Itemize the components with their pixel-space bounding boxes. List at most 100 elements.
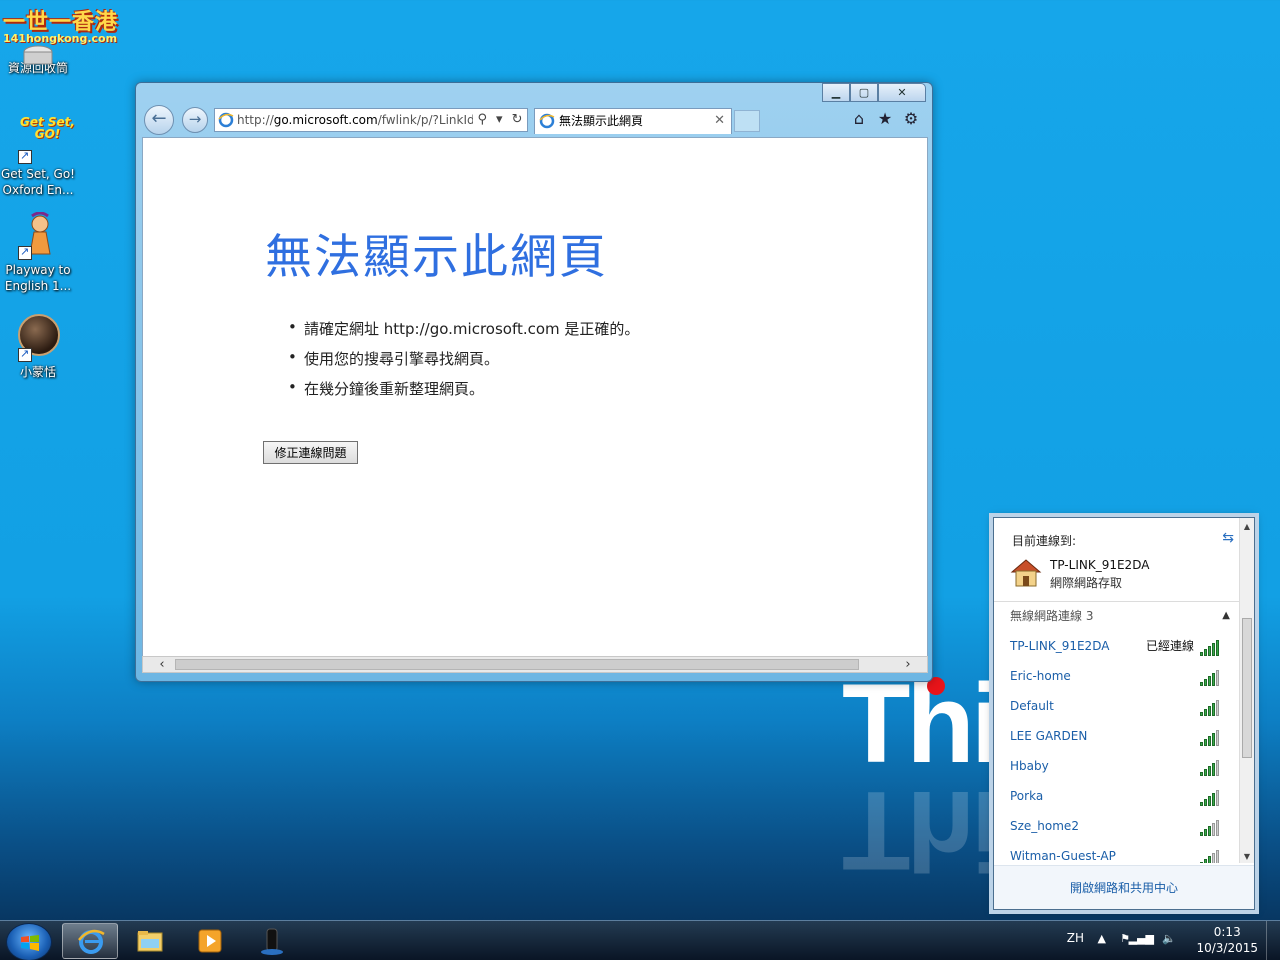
desktop-icon-recycle-bin[interactable]: 資源回收筒 — [0, 34, 76, 76]
wifi-network-row[interactable]: Witman-Guest-AP — [994, 842, 1240, 863]
desktop-icon-xiaomengtian[interactable]: 小蒙恬 — [0, 314, 76, 380]
network-name: LEE GARDEN — [1010, 729, 1088, 743]
volume-icon[interactable]: 🔈 — [1162, 932, 1176, 945]
wifi-network-row[interactable]: Eric-home — [994, 662, 1240, 692]
taskbar: ZH ▲ ⚑ ▂▄▆ 🔈 0:13 10/3/2015 — [0, 920, 1280, 960]
current-network-name: TP-LINK_91E2DA — [1050, 558, 1150, 572]
flyout-scrollbar[interactable]: ▲ ▼ — [1239, 518, 1254, 863]
playway-character-icon — [14, 212, 62, 260]
wifi-network-row[interactable]: TP-LINK_91E2DA 已經連線 — [994, 632, 1240, 662]
back-arrow-icon: ← — [151, 108, 167, 129]
favorites-star-icon[interactable]: ★ — [876, 109, 894, 128]
open-network-center-link[interactable]: 開啟網路和共用中心 — [994, 865, 1254, 909]
internet-explorer-icon — [78, 929, 105, 954]
signal-strength-icon — [1200, 640, 1222, 656]
back-button[interactable]: ← — [144, 105, 174, 135]
clock-time: 0:13 — [1213, 925, 1241, 939]
signal-strength-icon — [1200, 700, 1222, 716]
network-name: Default — [1010, 699, 1054, 713]
forward-arrow-icon: → — [188, 110, 202, 128]
recycle-bin-icon — [12, 34, 64, 78]
wifi-network-row[interactable]: Porka — [994, 782, 1240, 812]
internet-explorer-window[interactable]: ▁ ▢ ✕ ← → http://go.microsoft.com/fwlink… — [135, 82, 933, 682]
taskbar-media-player[interactable] — [182, 923, 238, 959]
scroll-down-icon[interactable]: ▼ — [1240, 852, 1254, 861]
clock[interactable]: 0:13 10/3/2015 — [1196, 924, 1258, 956]
network-name: Witman-Guest-AP — [1010, 849, 1116, 863]
signal-strength-icon — [1200, 730, 1222, 746]
taskbar-file-explorer[interactable] — [122, 923, 178, 959]
get-set-go-icon: Get Set, GO! — [14, 116, 75, 164]
shortcut-arrow-icon — [18, 244, 32, 260]
wifi-network-row[interactable]: Sze_home2 — [994, 812, 1240, 842]
show-hidden-icons-icon[interactable]: ▲ — [1098, 932, 1106, 945]
refresh-networks-icon[interactable]: ⇆ — [1222, 530, 1234, 546]
taskbar-app[interactable] — [244, 923, 300, 959]
scroll-right-icon[interactable]: › — [899, 656, 917, 673]
ie-page-icon — [218, 112, 234, 128]
address-prefix: http:// — [237, 113, 274, 127]
shortcut-arrow-icon — [18, 148, 32, 164]
page-content: 無法顯示此網頁 請確定網址 http://go.microsoft.com 是正… — [142, 137, 928, 657]
scroll-left-icon[interactable]: ‹ — [153, 656, 171, 673]
wifi-network-list: TP-LINK_91E2DA 已經連線 Eric-home Default LE… — [994, 632, 1240, 863]
close-button[interactable]: ✕ — [878, 83, 926, 102]
wifi-network-row[interactable]: LEE GARDEN — [994, 722, 1240, 752]
scroll-up-icon[interactable]: ▲ — [1240, 522, 1254, 531]
maximize-button[interactable]: ▢ — [850, 83, 878, 102]
minimize-button[interactable]: ▁ — [822, 83, 850, 102]
settings-gear-icon[interactable]: ⚙ — [902, 109, 920, 128]
fix-connection-button[interactable]: 修正連線問題 — [263, 441, 358, 464]
address-bar[interactable]: http://go.microsoft.com/fwlink/p/?LinkId… — [214, 108, 528, 132]
signal-strength-icon — [1200, 790, 1222, 806]
network-name: TP-LINK_91E2DA — [1010, 639, 1110, 653]
signal-strength-icon — [1200, 850, 1222, 863]
wifi-network-row[interactable]: Hbaby — [994, 752, 1240, 782]
taskbar-internet-explorer[interactable] — [62, 923, 118, 959]
home-icon[interactable]: ⌂ — [850, 109, 868, 128]
folder-icon — [137, 931, 163, 952]
desktop-icon-label: Playway to English 1... — [4, 263, 72, 293]
signal-strength-icon — [1200, 760, 1222, 776]
forward-button[interactable]: → — [182, 107, 208, 133]
network-signal-icon[interactable]: ▂▄▆ — [1129, 932, 1154, 945]
browser-tab-active[interactable]: 無法顯示此網頁 ✕ — [534, 108, 732, 134]
address-tools: ⚲ ▾ ↻ — [473, 109, 527, 131]
shortcut-arrow-icon — [18, 346, 32, 362]
start-button[interactable] — [6, 923, 52, 960]
clock-date: 10/3/2015 — [1196, 941, 1258, 955]
navigation-bar: ← → http://go.microsoft.com/fwlink/p/?Li… — [144, 105, 924, 135]
scrollbar-thumb[interactable] — [175, 659, 859, 670]
refresh-icon[interactable]: ↻ — [512, 109, 523, 131]
flyout-scrollbar-thumb[interactable] — [1242, 618, 1252, 758]
error-title: 無法顯示此網頁 — [265, 230, 608, 285]
language-indicator[interactable]: ZH — [1067, 931, 1084, 945]
error-suggestions-list: 請確定網址 http://go.microsoft.com 是正確的。 使用您的… — [288, 318, 639, 408]
show-desktop-button[interactable] — [1266, 921, 1280, 960]
wireless-section-header[interactable]: 無線網路連線 3 ▲ — [994, 604, 1240, 628]
dropdown-arrow-icon[interactable]: ▾ — [496, 109, 503, 131]
address-host: go.microsoft.com — [273, 113, 378, 127]
search-icon[interactable]: ⚲ — [478, 109, 488, 131]
suggestion-item: 使用您的搜尋引擎尋找網頁。 — [288, 348, 639, 369]
network-name: Eric-home — [1010, 669, 1071, 683]
wireless-section-label: 無線網路連線 3 — [1010, 609, 1094, 623]
desktop-icon-get-set-go[interactable]: Get Set, GO! Get Set, Go! Oxford En... — [0, 116, 76, 198]
media-player-icon — [198, 929, 222, 953]
new-tab-button[interactable] — [734, 110, 760, 132]
get-set-go-logo-text: Get Set, GO! — [20, 115, 75, 141]
suggestion-item: 請確定網址 http://go.microsoft.com 是正確的。 — [288, 318, 639, 339]
tab-close-icon[interactable]: ✕ — [714, 109, 725, 133]
access-type: 網際網路存取 — [1050, 576, 1123, 590]
home-network-icon — [1010, 559, 1042, 587]
device-app-icon — [261, 928, 283, 955]
network-flyout: 目前連線到: ⇆ TP-LINK_91E2DA 網際網路存取 無線網路連線 3 … — [993, 517, 1255, 910]
network-name: Sze_home2 — [1010, 819, 1079, 833]
address-path: /fwlink/p/?LinkId= — [377, 113, 485, 127]
horizontal-scrollbar[interactable]: ‹ › — [142, 656, 928, 673]
desktop-icon-playway[interactable]: Playway to English 1... — [0, 212, 76, 294]
current-connection-section: 目前連線到: ⇆ TP-LINK_91E2DA 網際網路存取 — [994, 518, 1240, 602]
wifi-network-row[interactable]: Default — [994, 692, 1240, 722]
desktop-icon-label: Get Set, Go! Oxford En... — [1, 167, 75, 197]
signal-strength-icon — [1200, 670, 1222, 686]
